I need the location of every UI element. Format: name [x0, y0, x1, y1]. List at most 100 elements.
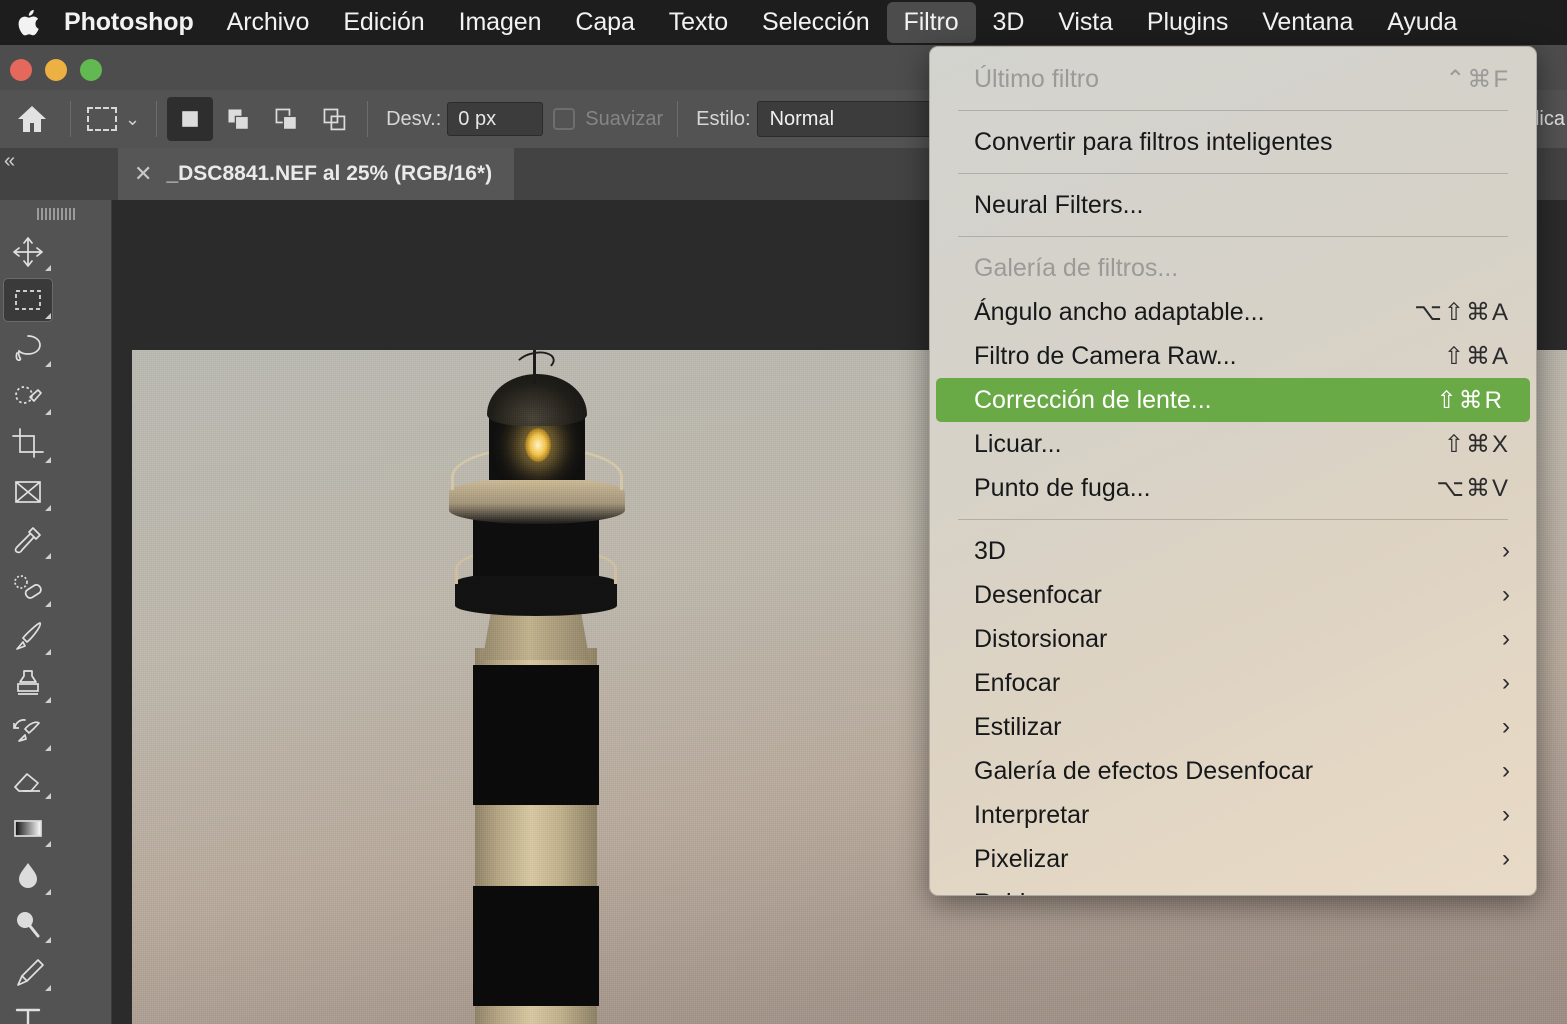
crop-tool-icon[interactable]: [0, 420, 56, 468]
tools-panel: ⇄: [0, 200, 112, 1024]
new-selection-button[interactable]: [167, 97, 214, 141]
rectangular-marquee-icon: [87, 107, 117, 131]
collapse-panel-icon[interactable]: «: [0, 150, 19, 173]
dodge-tool-icon[interactable]: [0, 900, 56, 948]
chevron-right-icon: ›: [1502, 537, 1510, 564]
add-to-selection-button[interactable]: [215, 97, 261, 141]
menubar-item-filtro[interactable]: Filtro: [886, 2, 976, 43]
chevron-right-icon: ›: [1502, 889, 1510, 895]
filter-dropdown-menu[interactable]: Último filtro ⌃⌘F Convertir para filtros i…: [929, 46, 1537, 896]
menu-item-ruido[interactable]: Ruido›: [930, 881, 1536, 896]
divider: [70, 101, 71, 137]
move-tool-icon[interactable]: [0, 228, 56, 276]
menu-item-licuar[interactable]: Licuar... ⇧⌘X: [930, 422, 1536, 466]
divider: [156, 101, 158, 137]
menu-separator: [958, 519, 1508, 520]
chevron-right-icon: ›: [1502, 625, 1510, 652]
menubar-item-photoshop[interactable]: Photoshop: [56, 0, 210, 45]
menu-item-label: Ruido: [974, 889, 1502, 896]
menu-item-label: Distorsionar: [974, 624, 1108, 653]
menu-item-label: Ángulo ancho adaptable...: [974, 297, 1265, 326]
eraser-tool-icon[interactable]: [0, 756, 56, 804]
menu-item-shortcut: ⇧⌘R: [1436, 386, 1504, 414]
blur-tool-icon[interactable]: [0, 852, 56, 900]
divider: [367, 101, 369, 137]
history-brush-tool-icon[interactable]: [0, 708, 56, 756]
menu-item-pixelizar[interactable]: Pixelizar ›: [930, 837, 1536, 881]
menubar-item-selección[interactable]: Selección: [745, 0, 887, 45]
menu-item-interpretar[interactable]: Interpretar ›: [930, 793, 1536, 837]
menubar-item-ayuda[interactable]: Ayuda: [1370, 0, 1474, 45]
clone-stamp-tool-icon[interactable]: [0, 660, 56, 708]
close-window-button[interactable]: [10, 59, 32, 81]
chevron-right-icon: ›: [1502, 801, 1510, 828]
menu-separator: [958, 236, 1508, 237]
menu-item-3d[interactable]: 3D ›: [930, 529, 1536, 573]
object-selection-tool-icon[interactable]: [0, 372, 56, 420]
chevron-right-icon: ›: [1502, 713, 1510, 740]
minimize-window-button[interactable]: [45, 59, 67, 81]
brush-tool-icon[interactable]: [0, 612, 56, 660]
menu-item-distorsionar[interactable]: Distorsionar ›: [930, 617, 1536, 661]
chevron-right-icon: ›: [1502, 669, 1510, 696]
chevron-right-icon: ›: [1502, 757, 1510, 784]
menu-item-shortcut: ⇧⌘A: [1443, 342, 1510, 370]
feather-input[interactable]: 0 px: [447, 102, 544, 136]
menu-separator: [958, 110, 1508, 111]
apple-logo-icon[interactable]: [4, 0, 56, 45]
menubar-item-vista[interactable]: Vista: [1041, 0, 1130, 45]
menu-item-correcci-n-de-lente[interactable]: Corrección de lente... ⇧⌘R: [936, 378, 1530, 422]
menu-item-filtro-de-camera-raw[interactable]: Filtro de Camera Raw... ⇧⌘A: [930, 334, 1536, 378]
menubar-item-3d[interactable]: 3D: [976, 0, 1042, 45]
menu-item-label: Punto de fuga...: [974, 473, 1151, 502]
menu-item-convertir-para-filtros-inteligentes[interactable]: Convertir para filtros inteligentes: [930, 120, 1536, 164]
menu-item-estilizar[interactable]: Estilizar ›: [930, 705, 1536, 749]
frame-tool-icon[interactable]: [0, 468, 56, 516]
style-select[interactable]: Normal: [756, 101, 947, 137]
panel-drag-handle[interactable]: [0, 200, 111, 228]
menubar-item-texto[interactable]: Texto: [652, 0, 745, 45]
close-icon[interactable]: ✕: [134, 161, 152, 187]
home-icon[interactable]: [0, 104, 64, 134]
selection-mode-group: [163, 97, 361, 141]
type-tool-icon[interactable]: [0, 996, 56, 1024]
menu-item-shortcut: ⌃⌘F: [1445, 65, 1510, 93]
menu-item-label: Interpretar: [974, 800, 1090, 829]
menu-item-shortcut: ⌥⇧⌘A: [1414, 298, 1510, 326]
menu-item-enfocar[interactable]: Enfocar ›: [930, 661, 1536, 705]
tool-grid: [0, 228, 111, 1024]
menubar-items: Photoshop Archivo Edición Imagen Capa Texto Se…: [56, 0, 1474, 45]
menubar-item-capa[interactable]: Capa: [558, 0, 651, 45]
menubar-item-plugins[interactable]: Plugins: [1130, 0, 1245, 45]
gradient-tool-icon[interactable]: [0, 804, 56, 852]
menu-item-shortcut: ⇧⌘X: [1443, 430, 1510, 458]
tool-preset-picker[interactable]: ⌄: [77, 107, 150, 131]
lasso-tool-icon[interactable]: [0, 324, 56, 372]
menu-item-neural-filters[interactable]: Neural Filters...: [930, 183, 1536, 227]
menu-item-label: Filtro de Camera Raw...: [974, 341, 1237, 370]
rectangular-marquee-tool-icon[interactable]: [0, 276, 56, 324]
menu-item-label: Neural Filters...: [974, 190, 1144, 219]
zoom-window-button[interactable]: [80, 59, 102, 81]
eyedropper-tool-icon[interactable]: [0, 516, 56, 564]
document-tab[interactable]: ✕ _DSC8841.NEF al 25% (RGB/16*): [118, 148, 515, 200]
menubar-item-edición[interactable]: Edición: [326, 0, 441, 45]
menu-item-punto-de-fuga[interactable]: Punto de fuga... ⌥⌘V: [930, 466, 1536, 510]
spot-healing-brush-tool-icon[interactable]: [0, 564, 56, 612]
menu-item--ngulo-ancho-adaptable[interactable]: Ángulo ancho adaptable... ⌥⇧⌘A: [930, 290, 1536, 334]
menu-item-label: Galería de efectos Desenfocar: [974, 756, 1314, 785]
menubar-item-imagen[interactable]: Imagen: [442, 0, 559, 45]
document-tab-title: _DSC8841.NEF al 25% (RGB/16*): [166, 162, 493, 185]
pen-tool-icon[interactable]: [0, 948, 56, 996]
menu-item--ltimo-filtro: Último filtro ⌃⌘F: [930, 57, 1536, 101]
feather-label: Desv.:: [386, 107, 442, 130]
chevron-down-icon[interactable]: ⌄: [125, 110, 140, 128]
menubar-item-archivo[interactable]: Archivo: [210, 0, 327, 45]
subtract-from-selection-button[interactable]: [263, 97, 309, 141]
menu-item-galer-a-de-efectos-desenfocar[interactable]: Galería de efectos Desenfocar ›: [930, 749, 1536, 793]
menu-item-desenfocar[interactable]: Desenfocar ›: [930, 573, 1536, 617]
menu-item-label: Enfocar: [974, 668, 1061, 697]
menubar-item-ventana[interactable]: Ventana: [1245, 0, 1370, 45]
intersect-selection-button[interactable]: [311, 97, 357, 141]
antialias-checkbox[interactable]: [553, 108, 576, 130]
